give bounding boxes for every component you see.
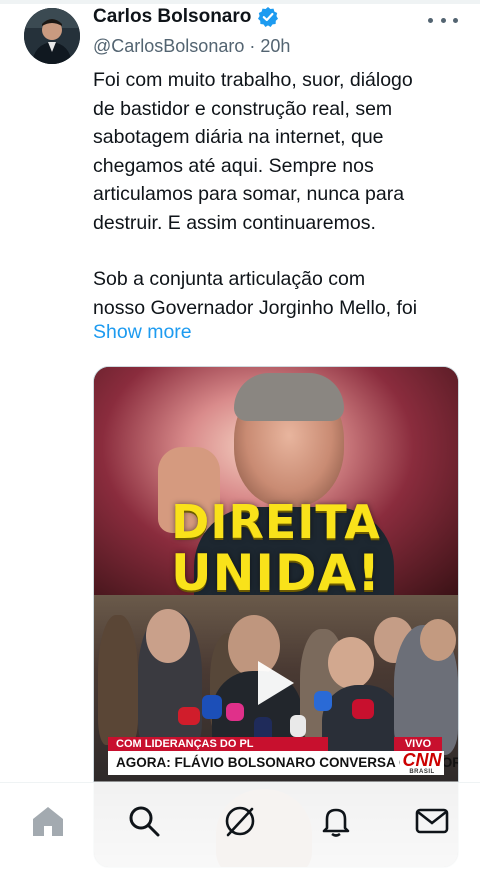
post-paragraph-2: Sob a conjunta articulação com nosso Gov… xyxy=(93,268,418,319)
media-image-top: DIREITA UNIDA! xyxy=(94,367,458,607)
headline-line-2: UNIDA! xyxy=(170,544,382,602)
hair-shape xyxy=(234,373,344,421)
top-divider xyxy=(0,0,480,4)
post-text: Foi com muito trabalho, suor, diálogo de… xyxy=(93,66,463,322)
author-handle[interactable]: @CarlosBolsonaro xyxy=(93,36,244,56)
post-meta: @CarlosBolsonaro · 20h xyxy=(93,36,290,57)
post-time[interactable]: 20h xyxy=(260,36,290,56)
notifications-icon[interactable] xyxy=(318,803,354,839)
chyron-top: COM LIDERANÇAS DO PL xyxy=(108,737,328,751)
more-options-icon[interactable] xyxy=(428,8,458,32)
home-icon[interactable] xyxy=(30,803,66,839)
live-badge: VIVO xyxy=(394,737,442,751)
play-icon[interactable] xyxy=(258,661,294,705)
verified-badge-icon xyxy=(258,7,279,27)
author-name[interactable]: Carlos Bolsonaro xyxy=(93,6,251,28)
avatar[interactable] xyxy=(24,8,80,64)
show-more-link[interactable]: Show more xyxy=(93,321,192,344)
search-icon[interactable] xyxy=(126,803,162,839)
cnn-logo-text: CNN xyxy=(402,750,442,770)
media-video[interactable]: COM LIDERANÇAS DO PL VIVO AGORA: FLÁVIO … xyxy=(94,595,458,781)
messages-icon[interactable] xyxy=(414,803,450,839)
grok-icon[interactable] xyxy=(222,803,258,839)
author-row: Carlos Bolsonaro xyxy=(93,6,279,28)
bottom-nav xyxy=(0,782,480,875)
chyron-main: AGORA: FLÁVIO BOLSONARO CONVERSA COM JOR… xyxy=(108,751,458,775)
meta-separator: · xyxy=(249,36,256,56)
headline-line-1: DIREITA xyxy=(171,495,381,549)
post-paragraph-1: Foi com muito trabalho, suor, diálogo de… xyxy=(93,69,413,234)
media-headline: DIREITA UNIDA! xyxy=(94,497,458,599)
cnn-logo: CNN BRASIL xyxy=(400,751,444,775)
